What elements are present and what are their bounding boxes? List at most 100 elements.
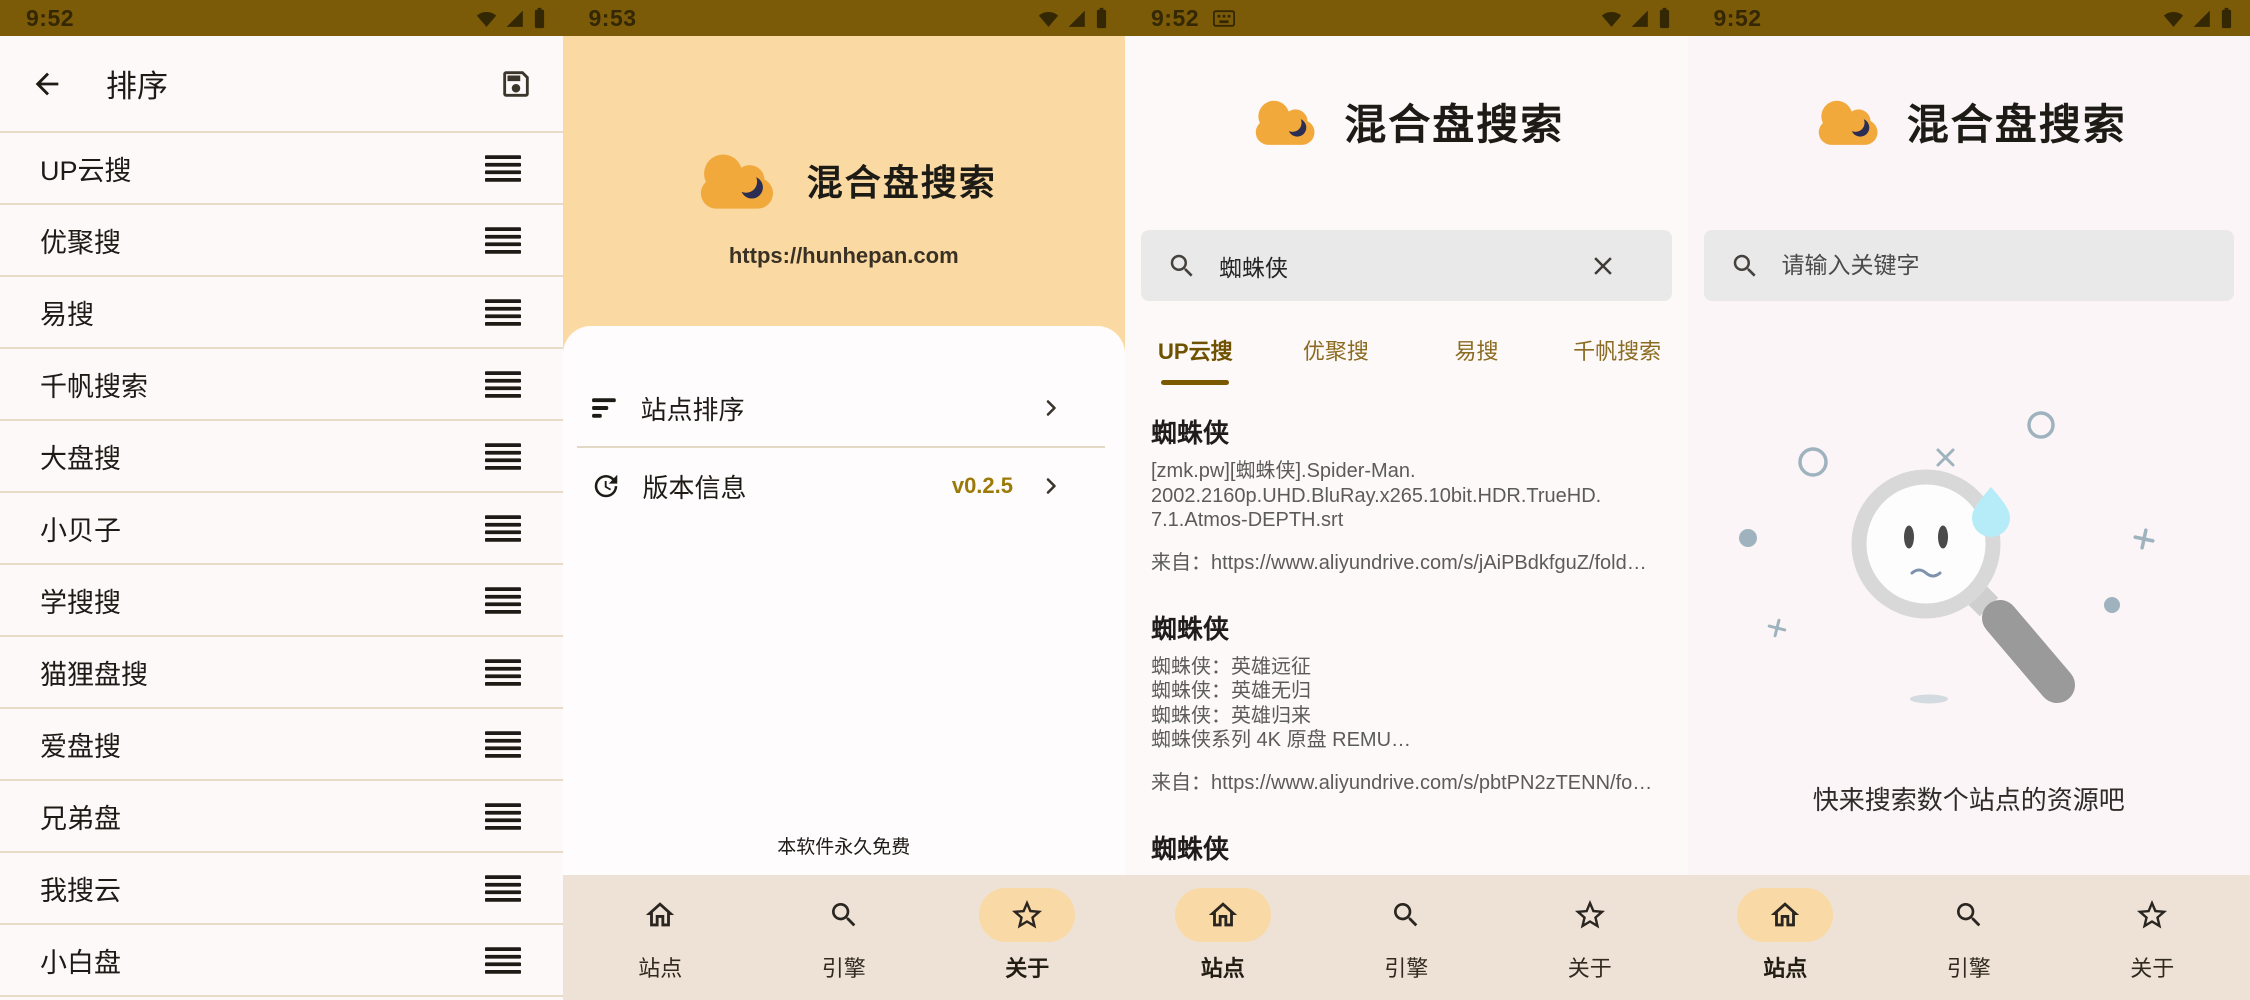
status-bar: 9:52 (1688, 0, 2250, 36)
result-title: 蜘蛛侠 (1151, 829, 1662, 866)
chevron-right-icon (1039, 474, 1063, 498)
sort-row[interactable]: 大盘搜 (0, 421, 563, 493)
screen-search-results: 9:52 混合盘搜索 UP云搜 优聚搜 易搜 千帆搜索 (1125, 0, 1688, 1000)
result-title: 蜘蛛侠 (1151, 413, 1662, 450)
nav-label: 关于 (1005, 951, 1049, 983)
tab-yisou[interactable]: 易搜 (1406, 315, 1547, 385)
nav-item-engines[interactable]: 引擎 (1315, 875, 1499, 1000)
nav-item-about[interactable]: 关于 (936, 875, 1120, 1000)
wifi-icon (1601, 8, 1622, 29)
app-url: https://hunhepan.com (729, 243, 959, 269)
status-time: 9:52 (1151, 5, 1199, 32)
drag-handle-icon[interactable] (485, 371, 521, 398)
status-bar: 9:53 (563, 0, 1126, 36)
drag-handle-icon[interactable] (485, 803, 521, 830)
menu-item-version-info[interactable]: 版本信息 v0.2.5 (563, 456, 1126, 516)
search-icon (1167, 251, 1197, 281)
drag-handle-icon[interactable] (485, 659, 521, 686)
drag-handle-icon[interactable] (485, 299, 521, 326)
status-bar: 9:52 (0, 0, 563, 36)
drag-handle-icon[interactable] (485, 515, 521, 542)
wifi-icon (2163, 8, 2184, 29)
drag-handle-icon[interactable] (485, 587, 521, 614)
wifi-icon (1038, 8, 1059, 29)
nav-item-about[interactable]: 关于 (1498, 875, 1682, 1000)
back-button[interactable] (30, 67, 64, 101)
top-app-bar: 排序 (0, 36, 563, 131)
site-name: 大盘搜 (40, 437, 121, 476)
sort-row[interactable]: 小贝子 (0, 493, 563, 565)
nav-item-about[interactable]: 关于 (2061, 875, 2245, 1000)
tab-label: 千帆搜索 (1573, 334, 1661, 366)
sort-row[interactable]: 千帆搜索 (0, 349, 563, 421)
search-result[interactable]: 蜘蛛侠 [zmk.pw][蜘蛛侠].Spider-Man. 2002.2160p… (1151, 413, 1662, 575)
nav-item-sites[interactable]: 站点 (1131, 875, 1315, 1000)
drag-handle-icon[interactable] (485, 227, 521, 254)
drag-handle-icon[interactable] (485, 875, 521, 902)
status-time: 9:52 (1714, 5, 1762, 32)
tab-label: UP云搜 (1158, 334, 1233, 366)
tab-up-yunsou[interactable]: UP云搜 (1125, 315, 1266, 385)
drag-handle-icon[interactable] (485, 443, 521, 470)
status-time: 9:53 (589, 5, 637, 32)
screen-about: 9:53 混合盘搜索 https://hunhepan.com 站点排序 (563, 0, 1126, 1000)
site-name: 爱盘搜 (40, 725, 121, 764)
tab-label: 优聚搜 (1303, 334, 1369, 366)
site-name: 兄弟盘 (40, 797, 121, 836)
clear-search-button[interactable] (1588, 251, 1618, 281)
nav-label: 引擎 (1384, 951, 1428, 983)
app-title: 混合盘搜索 (807, 154, 997, 206)
sort-row[interactable]: 我搜云 (0, 853, 563, 925)
sort-row[interactable]: 小白盘 (0, 925, 563, 997)
search-input[interactable] (1219, 252, 1576, 279)
four-screenshot-strip: 9:52 排序 UP云搜 优聚搜 易搜 千帆搜索 大盘搜 小贝子 (0, 0, 2250, 1000)
app-title: 混合盘搜索 (1344, 91, 1564, 152)
home-icon (1206, 898, 1240, 932)
bottom-nav: 站点 引擎 关于 (1125, 875, 1688, 1000)
nav-label: 引擎 (1947, 951, 1991, 983)
signal-icon (1066, 8, 1087, 29)
search-input[interactable] (1782, 252, 2209, 279)
drag-handle-icon[interactable] (485, 155, 521, 182)
drag-handle-icon[interactable] (485, 731, 521, 758)
sort-row[interactable]: 学搜搜 (0, 565, 563, 637)
battery-icon (532, 7, 547, 29)
bottom-nav: 站点 引擎 关于 (1688, 875, 2250, 1000)
sort-row[interactable]: UP云搜 (0, 133, 563, 205)
nav-label: 站点 (1201, 951, 1245, 983)
search-result[interactable]: 蜘蛛侠 蜘蛛侠：英雄远征 蜘蛛侠：英雄无归 蜘蛛侠：英雄归来 蜘蛛侠系列 4K … (1151, 609, 1662, 795)
about-header: 混合盘搜索 https://hunhepan.com (563, 36, 1126, 352)
chevron-right-icon (1039, 396, 1063, 420)
sort-row[interactable]: 兄弟盘 (0, 781, 563, 853)
search-icon (1390, 899, 1422, 931)
nav-item-sites[interactable]: 站点 (569, 875, 753, 1000)
drag-handle-icon[interactable] (485, 947, 521, 974)
back-arrow-icon (30, 67, 64, 101)
search-icon (1953, 899, 1985, 931)
sort-row[interactable]: 优聚搜 (0, 205, 563, 277)
app-title: 混合盘搜索 (1907, 91, 2127, 152)
result-title: 蜘蛛侠 (1151, 609, 1662, 646)
signal-icon (1629, 8, 1650, 29)
sort-row[interactable]: 易搜 (0, 277, 563, 349)
app-logo-row: 混合盘搜索 (1125, 88, 1688, 154)
nav-item-sites[interactable]: 站点 (1694, 875, 1878, 1000)
site-name: 优聚搜 (40, 221, 121, 260)
nav-label: 关于 (2130, 951, 2174, 983)
result-list: 蜘蛛侠 [zmk.pw][蜘蛛侠].Spider-Man. 2002.2160p… (1125, 385, 1688, 875)
app-logo-cloud-icon (691, 145, 785, 215)
search-result[interactable]: 蜘蛛侠 蜘蛛侠：英雄远征 (1151, 829, 1662, 876)
nav-item-engines[interactable]: 引擎 (752, 875, 936, 1000)
save-button[interactable] (499, 67, 533, 101)
signal-icon (504, 8, 525, 29)
menu-item-site-sort[interactable]: 站点排序 (563, 378, 1126, 438)
nav-label: 站点 (638, 951, 682, 983)
sort-row[interactable]: 爱盘搜 (0, 709, 563, 781)
sort-row[interactable]: 猫狸盘搜 (0, 637, 563, 709)
tab-youjusou[interactable]: 优聚搜 (1266, 315, 1407, 385)
app-logo-row: 混合盘搜索 (1688, 88, 2250, 154)
save-icon (499, 67, 533, 101)
tab-qianfan[interactable]: 千帆搜索 (1547, 315, 1688, 385)
nav-item-engines[interactable]: 引擎 (1877, 875, 2061, 1000)
sort-lines-icon (591, 394, 619, 422)
